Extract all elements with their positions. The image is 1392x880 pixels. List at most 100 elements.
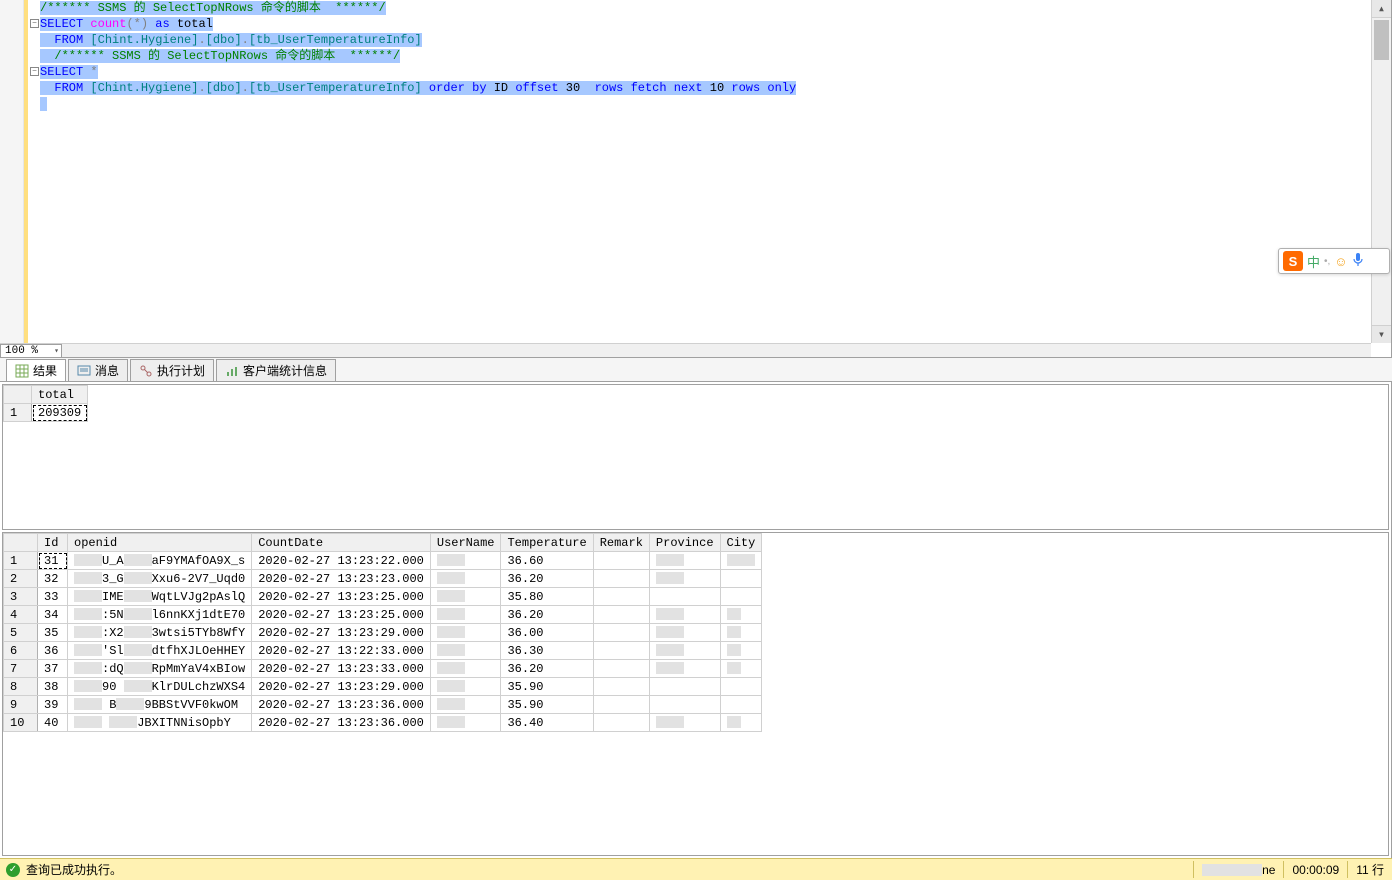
cell[interactable]: [593, 624, 649, 642]
cell[interactable]: [430, 678, 501, 696]
cell[interactable]: [649, 660, 720, 678]
column-header[interactable]: CountDate: [252, 534, 431, 552]
cell[interactable]: 35.90: [501, 678, 593, 696]
cell[interactable]: [649, 714, 720, 732]
cell[interactable]: [593, 696, 649, 714]
cell[interactable]: [430, 606, 501, 624]
row-number[interactable]: 6: [4, 642, 38, 660]
row-number[interactable]: 7: [4, 660, 38, 678]
cell[interactable]: [649, 678, 720, 696]
results-grid-1[interactable]: total1209309: [2, 384, 1389, 530]
cell[interactable]: 3_GXxu6-2V7_Uqd0: [68, 570, 252, 588]
ime-emoji-icon[interactable]: ☺: [1334, 254, 1347, 269]
editor-vertical-scrollbar[interactable]: ▴ ▾: [1371, 0, 1391, 343]
cell[interactable]: 90 KlrDULchzWXS4: [68, 678, 252, 696]
cell[interactable]: [649, 570, 720, 588]
cell[interactable]: [649, 606, 720, 624]
row-number[interactable]: 5: [4, 624, 38, 642]
column-header[interactable]: City: [720, 534, 762, 552]
cell[interactable]: [430, 642, 501, 660]
cell[interactable]: U_AaF9YMAfOA9X_s: [68, 552, 252, 570]
cell[interactable]: [593, 714, 649, 732]
column-header[interactable]: openid: [68, 534, 252, 552]
cell[interactable]: 39: [38, 696, 68, 714]
cell[interactable]: 36.20: [501, 660, 593, 678]
cell[interactable]: [720, 642, 762, 660]
cell[interactable]: 31: [38, 552, 68, 570]
fold-toggle[interactable]: −: [30, 19, 39, 28]
cell[interactable]: [430, 660, 501, 678]
row-number[interactable]: 1: [4, 404, 32, 422]
cell[interactable]: :dQRpMmYaV4xBIow: [68, 660, 252, 678]
cell[interactable]: [593, 678, 649, 696]
cell[interactable]: [720, 606, 762, 624]
cell[interactable]: [720, 552, 762, 570]
column-header[interactable]: Province: [649, 534, 720, 552]
cell[interactable]: 32: [38, 570, 68, 588]
row-number[interactable]: 10: [4, 714, 38, 732]
cell[interactable]: 33: [38, 588, 68, 606]
scroll-down-icon[interactable]: ▾: [1372, 325, 1391, 343]
cell[interactable]: 36.20: [501, 570, 593, 588]
column-header[interactable]: Remark: [593, 534, 649, 552]
cell[interactable]: 2020-02-27 13:23:29.000: [252, 624, 431, 642]
cell[interactable]: [593, 606, 649, 624]
tab-results[interactable]: 结果: [6, 359, 66, 381]
zoom-dropdown[interactable]: 100 % ▾: [0, 344, 62, 358]
cell[interactable]: [593, 642, 649, 660]
cell[interactable]: 35: [38, 624, 68, 642]
cell[interactable]: [720, 678, 762, 696]
cell[interactable]: [430, 696, 501, 714]
cell[interactable]: [720, 696, 762, 714]
cell[interactable]: 36.40: [501, 714, 593, 732]
cell[interactable]: 2020-02-27 13:23:29.000: [252, 678, 431, 696]
cell[interactable]: [430, 588, 501, 606]
ime-language[interactable]: 中: [1307, 252, 1320, 271]
row-number[interactable]: 3: [4, 588, 38, 606]
column-header[interactable]: Temperature: [501, 534, 593, 552]
cell[interactable]: [649, 642, 720, 660]
cell[interactable]: 35.80: [501, 588, 593, 606]
cell[interactable]: [593, 588, 649, 606]
column-header[interactable]: total: [32, 386, 88, 404]
cell[interactable]: [720, 624, 762, 642]
row-number[interactable]: 9: [4, 696, 38, 714]
cell[interactable]: 36.00: [501, 624, 593, 642]
cell[interactable]: [649, 588, 720, 606]
cell[interactable]: [430, 552, 501, 570]
tab-messages[interactable]: 消息: [68, 359, 128, 381]
row-number[interactable]: 4: [4, 606, 38, 624]
cell[interactable]: [593, 660, 649, 678]
row-number[interactable]: 1: [4, 552, 38, 570]
ime-mic-icon[interactable]: [1352, 252, 1364, 271]
cell[interactable]: 2020-02-27 13:23:25.000: [252, 606, 431, 624]
cell[interactable]: 37: [38, 660, 68, 678]
column-header[interactable]: UserName: [430, 534, 501, 552]
scrollbar-thumb[interactable]: [1374, 20, 1389, 60]
cell[interactable]: :5Nl6nnKXj1dtE70: [68, 606, 252, 624]
cell[interactable]: 2020-02-27 13:23:36.000: [252, 714, 431, 732]
cell[interactable]: 2020-02-27 13:23:36.000: [252, 696, 431, 714]
cell[interactable]: IMEWqtLVJg2pAslQ: [68, 588, 252, 606]
cell[interactable]: 209309: [32, 404, 88, 422]
cell[interactable]: 2020-02-27 13:22:33.000: [252, 642, 431, 660]
cell[interactable]: [720, 714, 762, 732]
cell[interactable]: 2020-02-27 13:23:22.000: [252, 552, 431, 570]
cell[interactable]: 2020-02-27 13:23:25.000: [252, 588, 431, 606]
cell[interactable]: 40: [38, 714, 68, 732]
sql-editor[interactable]: /****** SSMS 的 SelectTopNRows 命令的脚本 ****…: [0, 0, 1392, 358]
editor-horizontal-scrollbar[interactable]: 100 % ▾: [0, 343, 1371, 357]
fold-toggle[interactable]: −: [30, 67, 39, 76]
cell[interactable]: 2020-02-27 13:23:33.000: [252, 660, 431, 678]
cell[interactable]: 38: [38, 678, 68, 696]
cell[interactable]: [593, 552, 649, 570]
cell[interactable]: 2020-02-27 13:23:23.000: [252, 570, 431, 588]
cell[interactable]: [430, 714, 501, 732]
cell[interactable]: B9BBStVVF0kwOM: [68, 696, 252, 714]
cell[interactable]: 34: [38, 606, 68, 624]
cell[interactable]: 35.90: [501, 696, 593, 714]
tab-client-stats[interactable]: 客户端统计信息: [216, 359, 336, 381]
cell[interactable]: [720, 660, 762, 678]
cell[interactable]: 36.30: [501, 642, 593, 660]
cell[interactable]: [430, 570, 501, 588]
